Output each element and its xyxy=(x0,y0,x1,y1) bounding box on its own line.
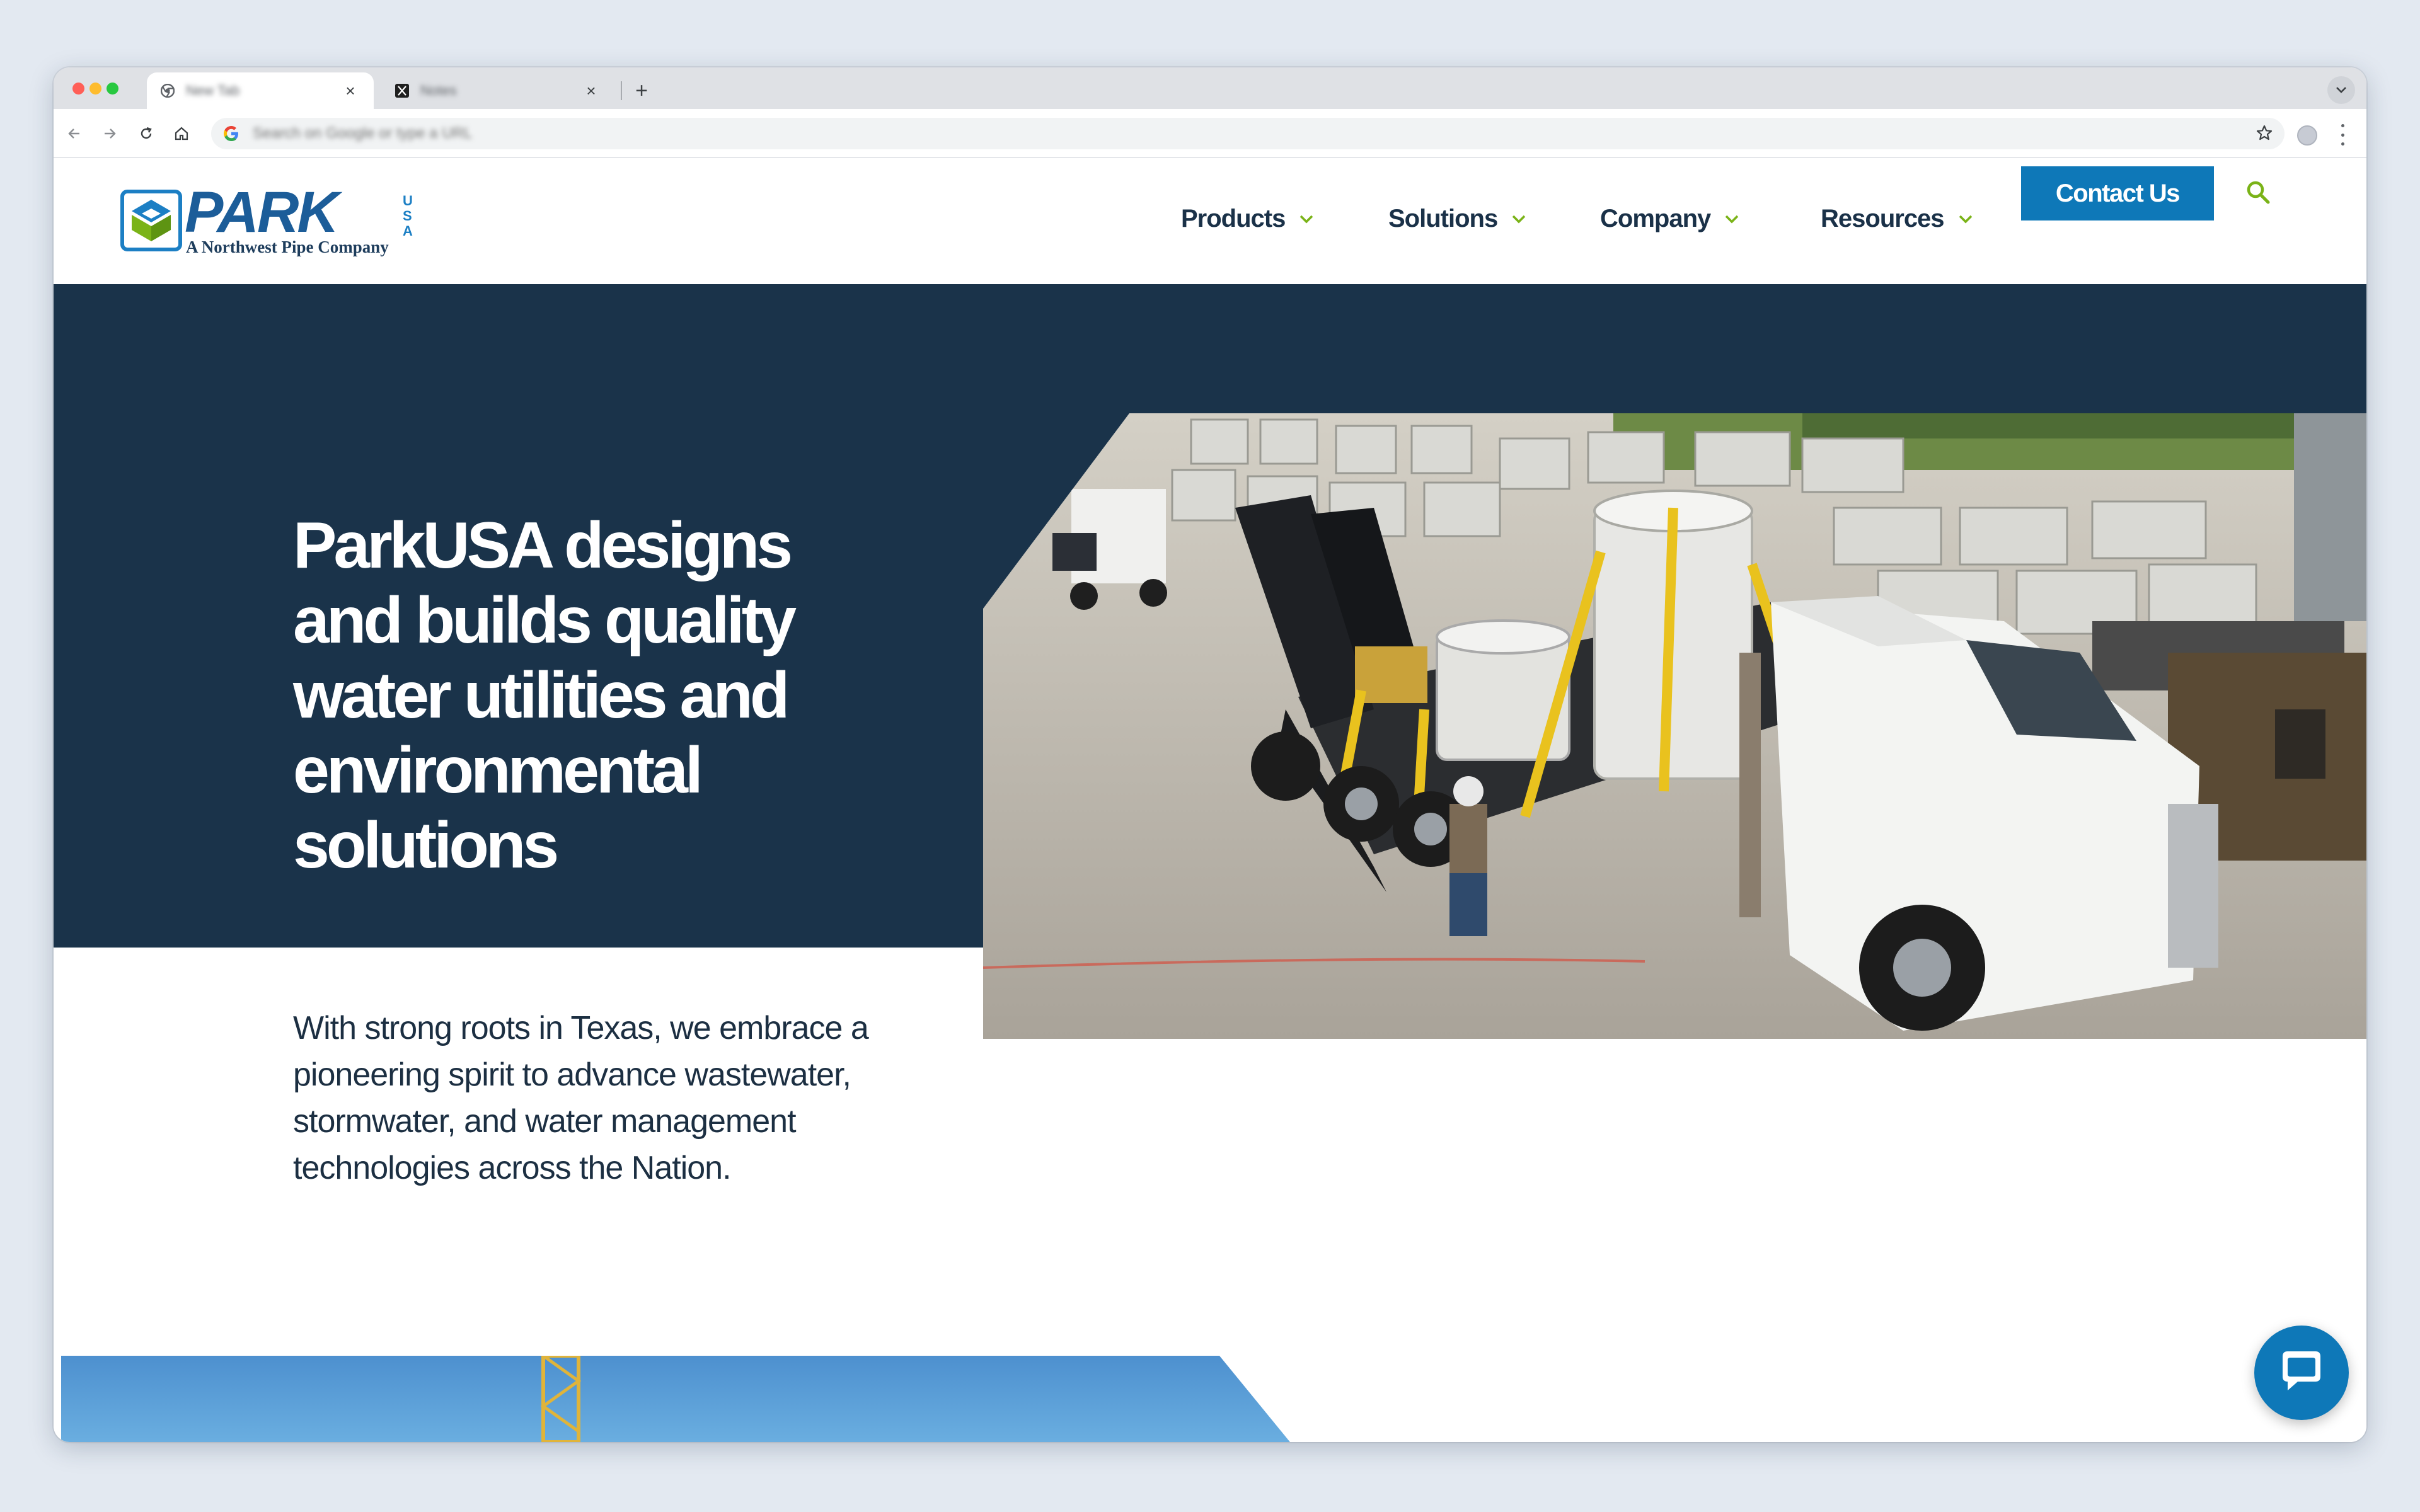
google-icon xyxy=(224,126,238,141)
logo-usa: U S A xyxy=(403,193,413,239)
logo-wordmark: PARK xyxy=(185,180,339,244)
logo-tagline: A Northwest Pipe Company xyxy=(186,238,389,256)
hero-subcopy: With strong roots in Texas, we embrace a… xyxy=(293,1010,869,1186)
bookmark-star-icon[interactable] xyxy=(2256,124,2273,145)
close-window-button[interactable] xyxy=(72,83,84,94)
chevron-down-icon xyxy=(1512,215,1526,224)
park-logo-mark-icon xyxy=(120,190,182,251)
logo-text: PARK U S A A Northwest Pipe Company xyxy=(185,183,424,259)
browser-menu-button[interactable] xyxy=(2337,124,2348,146)
arrow-right-icon xyxy=(105,129,116,139)
maximize-window-button[interactable] xyxy=(107,83,118,94)
chat-bubble-icon xyxy=(2283,1351,2320,1390)
search-icon[interactable] xyxy=(2244,178,2272,206)
home-icon xyxy=(175,127,188,140)
chevron-down-icon xyxy=(1959,215,1972,224)
forward-button[interactable] xyxy=(99,123,120,144)
nav-resources[interactable]: Resources xyxy=(1821,205,1973,233)
chevron-down-icon xyxy=(1725,215,1739,224)
back-button[interactable] xyxy=(64,123,85,144)
x-logo-icon xyxy=(395,84,409,98)
close-tab-icon[interactable]: × xyxy=(582,81,601,101)
tab-new-tab[interactable]: New Tab × xyxy=(147,72,374,109)
tab-separator xyxy=(621,81,622,100)
reload-icon xyxy=(141,127,152,139)
tab-search-button[interactable] xyxy=(2327,76,2355,104)
home-button[interactable] xyxy=(171,123,192,144)
close-tab-icon[interactable]: × xyxy=(341,81,360,101)
park-usa-logo[interactable]: PARK U S A A Northwest Pipe Company xyxy=(120,183,424,259)
nav-company[interactable]: Company xyxy=(1600,205,1739,233)
chrome-icon xyxy=(161,84,175,98)
tab-strip: New Tab × Notes × + xyxy=(54,67,2366,109)
new-tab-button[interactable]: + xyxy=(626,76,657,105)
arrow-left-icon xyxy=(68,129,79,139)
site-header: PARK U S A A Northwest Pipe Company Prod… xyxy=(54,158,2366,284)
chevron-down-icon xyxy=(1300,215,1313,224)
address-bar[interactable] xyxy=(211,118,2285,149)
tab-title: New Tab xyxy=(186,83,240,98)
chevron-down-icon xyxy=(2336,87,2346,93)
reload-button[interactable] xyxy=(135,123,157,144)
browser-window: New Tab × Notes × + Search on Google or … xyxy=(54,67,2366,1442)
hero-headline: ParkUSA designs and builds quality water… xyxy=(293,509,797,882)
tab-title: Notes xyxy=(420,83,457,98)
profile-avatar[interactable] xyxy=(2297,125,2317,146)
omnibox-input[interactable] xyxy=(251,124,1010,143)
nav-solutions[interactable]: Solutions xyxy=(1388,205,1526,233)
browser-toolbar xyxy=(54,109,2366,158)
minimize-window-button[interactable] xyxy=(89,83,101,94)
tab-notes[interactable]: Notes × xyxy=(381,72,614,109)
lower-section-photo xyxy=(61,1356,1290,1442)
nav-products[interactable]: Products xyxy=(1181,205,1314,233)
hero-photo-truck xyxy=(983,413,2366,1039)
chat-widget-button[interactable] xyxy=(2254,1326,2349,1420)
contact-us-button[interactable]: Contact Us xyxy=(2021,166,2214,220)
